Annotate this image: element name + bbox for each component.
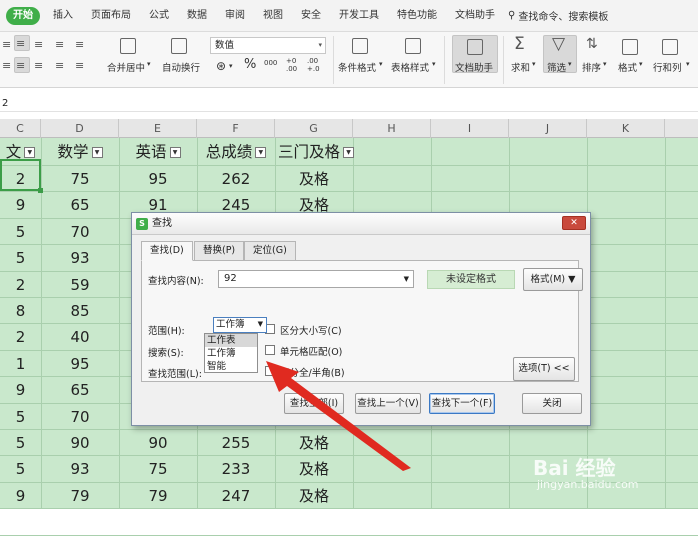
scope-option[interactable]: 工作簿 xyxy=(205,347,257,360)
scope-option[interactable]: 工作表 xyxy=(205,334,257,347)
grid-line xyxy=(0,534,698,536)
scope-option[interactable]: 智能 xyxy=(205,360,257,373)
red-arrow-shape xyxy=(266,361,411,471)
baidu-watermark-url: jingyan.baidu.com xyxy=(537,478,639,491)
baidu-watermark-logo: Bai 经验 xyxy=(533,456,616,480)
annotation-arrow xyxy=(266,361,411,471)
scope-dropdown-list: 工作表 工作簿 智能 xyxy=(204,333,258,373)
tab-find[interactable]: 查找(D) xyxy=(141,241,193,261)
